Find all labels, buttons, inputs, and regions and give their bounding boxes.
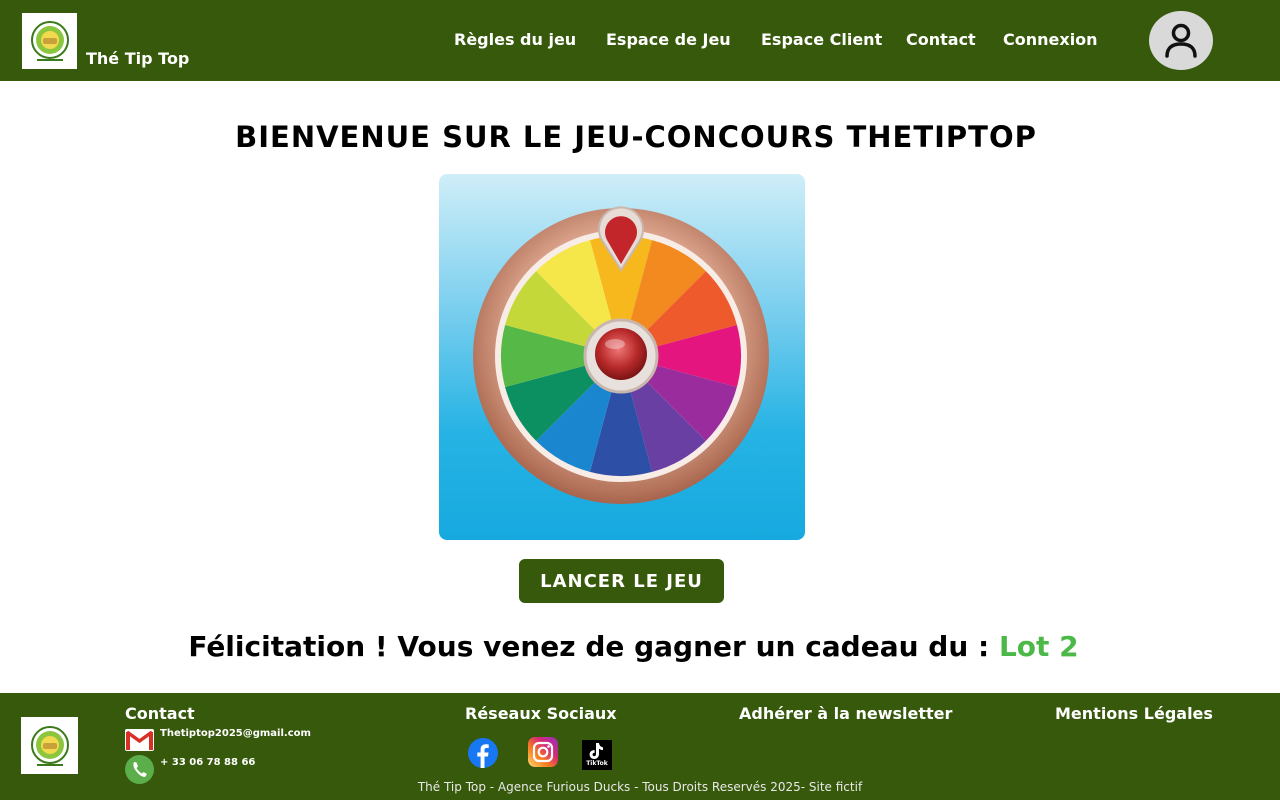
logo-icon	[30, 21, 69, 61]
footer-contact-heading: Contact	[125, 704, 195, 723]
wheel-icon	[473, 206, 769, 504]
instagram-icon[interactable]	[528, 737, 558, 767]
nav-rules[interactable]: Règles du jeu	[454, 30, 576, 49]
legal-notice-link[interactable]: Mentions Légales	[1055, 704, 1213, 723]
tiktok-button[interactable]: TikTok	[582, 740, 612, 770]
facebook-icon[interactable]	[468, 738, 498, 768]
nav-game-space[interactable]: Espace de Jeu	[606, 30, 731, 49]
nav-contact[interactable]: Contact	[906, 30, 976, 49]
newsletter-link[interactable]: Adhérer à la newsletter	[739, 704, 952, 723]
gmail-icon	[125, 729, 154, 751]
launch-game-button[interactable]: Lancer le jeu	[519, 559, 724, 603]
result-prefix: Félicitation ! Vous venez de gagner un c…	[188, 630, 999, 663]
brand-name: Thé Tip Top	[86, 49, 190, 68]
page-title: Bienvenue sur le jeu-concours thetiptop	[235, 120, 1037, 154]
site-header: Thé Tip Top Règles du jeu Espace de Jeu …	[0, 0, 1280, 81]
tiktok-label: TikTok	[586, 760, 608, 767]
user-icon	[1165, 23, 1197, 58]
copyright-text: Thé Tip Top - Agence Furious Ducks - Tou…	[417, 780, 863, 794]
contact-phone[interactable]: + 33 06 78 88 66	[160, 757, 255, 768]
footer-social-heading: Réseaux Sociaux	[465, 704, 617, 723]
result-lot: Lot 2	[998, 630, 1079, 663]
result-message: Félicitation ! Vous venez de gagner un c…	[0, 630, 1267, 663]
footer-logo[interactable]	[21, 717, 78, 774]
user-avatar-button[interactable]	[1149, 11, 1213, 70]
logo-icon	[30, 725, 69, 766]
contact-email[interactable]: Thetiptop2025@gmail.com	[160, 728, 311, 739]
tiktok-icon	[589, 743, 603, 759]
site-footer: Contact Thetiptop2025@gmail.com + 33 06 …	[0, 693, 1280, 800]
wheel-of-fortune-image	[439, 174, 805, 540]
brand-logo[interactable]	[22, 13, 77, 69]
nav-client-space[interactable]: Espace Client	[761, 30, 882, 49]
nav-login[interactable]: Connexion	[1003, 30, 1098, 49]
